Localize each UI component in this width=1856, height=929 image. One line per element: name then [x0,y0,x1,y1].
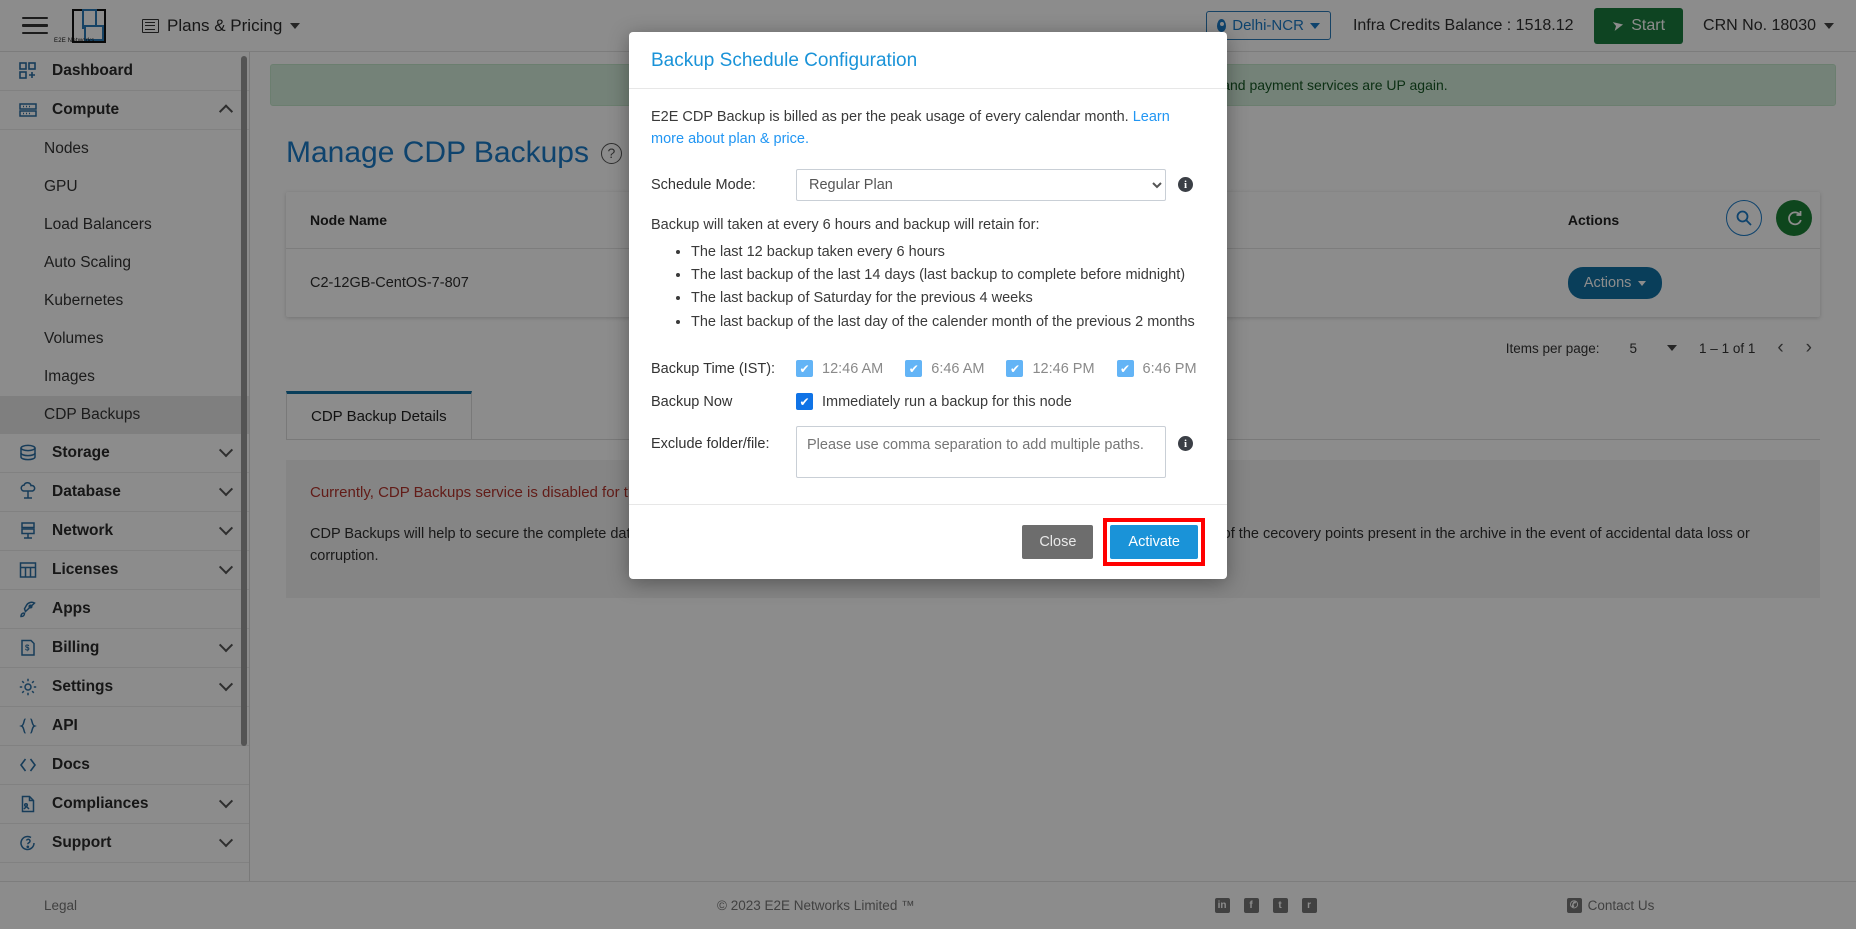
checkbox-checked-icon[interactable]: ✔ [796,360,813,378]
checkbox-checked-icon[interactable]: ✔ [905,360,923,378]
backup-time-row: Backup Time (IST): ✔ 12:46 AM ✔ 6:46 AM … [651,360,1205,378]
retention-intro: Backup will taken at every 6 hours and b… [651,216,1040,233]
backup-time-option-3[interactable]: ✔ 12:46 PM [1006,360,1095,378]
dialog-header: Backup Schedule Configuration [629,32,1227,89]
activate-highlight-box: Activate [1103,518,1205,567]
billing-info: E2E CDP Backup is billed as per the peak… [651,107,1205,151]
exclude-label: Exclude folder/file: [651,436,770,453]
backup-schedule-dialog: Backup Schedule Configuration E2E CDP Ba… [629,32,1227,580]
schedule-mode-label: Schedule Mode: [651,176,756,193]
close-button[interactable]: Close [1022,525,1094,560]
backup-time-option-1[interactable]: ✔ 12:46 AM [796,360,884,378]
backup-time-option-label: 12:46 PM [1032,360,1095,377]
billing-info-text: E2E CDP Backup is billed as per the peak… [651,109,1133,125]
activate-button[interactable]: Activate [1110,525,1198,560]
app-root: E2E Networks Plans & Pricing Delhi-NCR I… [0,0,1856,929]
backup-now-checkbox[interactable]: ✔ [796,393,813,411]
backup-time-option-4[interactable]: ✔ 6:46 PM [1116,360,1197,378]
backup-time-option-2[interactable]: ✔ 6:46 AM [905,360,985,378]
backup-time-option-label: 6:46 AM [931,360,985,377]
list-item: The last backup of the last 14 days (las… [691,264,1205,287]
list-item: The last backup of Saturday for the prev… [691,287,1205,310]
list-item: The last 12 backup taken every 6 hours [691,241,1205,264]
exclude-paths-input[interactable] [796,426,1166,479]
checkbox-checked-icon[interactable]: ✔ [1006,360,1024,378]
backup-time-option-label: 12:46 AM [822,360,884,377]
checkbox-checked-icon[interactable]: ✔ [1116,360,1134,378]
backup-now-description: Immediately run a backup for this node [822,393,1072,410]
info-icon[interactable]: i [1178,177,1193,192]
backup-time-label: Backup Time (IST): [651,360,776,377]
backup-now-row: Backup Now ✔ Immediately run a backup fo… [651,393,1205,411]
retention-list: The last 12 backup taken every 6 hours T… [651,241,1205,335]
backup-time-option-label: 6:46 PM [1142,360,1197,377]
backup-time-options: ✔ 12:46 AM ✔ 6:46 AM ✔ 12:46 PM ✔ 6:46 P… [796,360,1197,378]
dialog-body: E2E CDP Backup is billed as per the peak… [629,89,1227,504]
schedule-mode-select[interactable]: Regular Plan [796,168,1166,201]
backup-now-label: Backup Now [651,393,733,410]
exclude-row: Exclude folder/file: i [651,426,1205,479]
dialog-title: Backup Schedule Configuration [651,50,918,71]
dialog-footer: Close Activate [629,504,1227,579]
schedule-mode-row: Schedule Mode: Regular Plan i [651,168,1205,201]
list-item: The last backup of the last day of the c… [691,311,1205,334]
info-icon[interactable]: i [1178,436,1193,452]
